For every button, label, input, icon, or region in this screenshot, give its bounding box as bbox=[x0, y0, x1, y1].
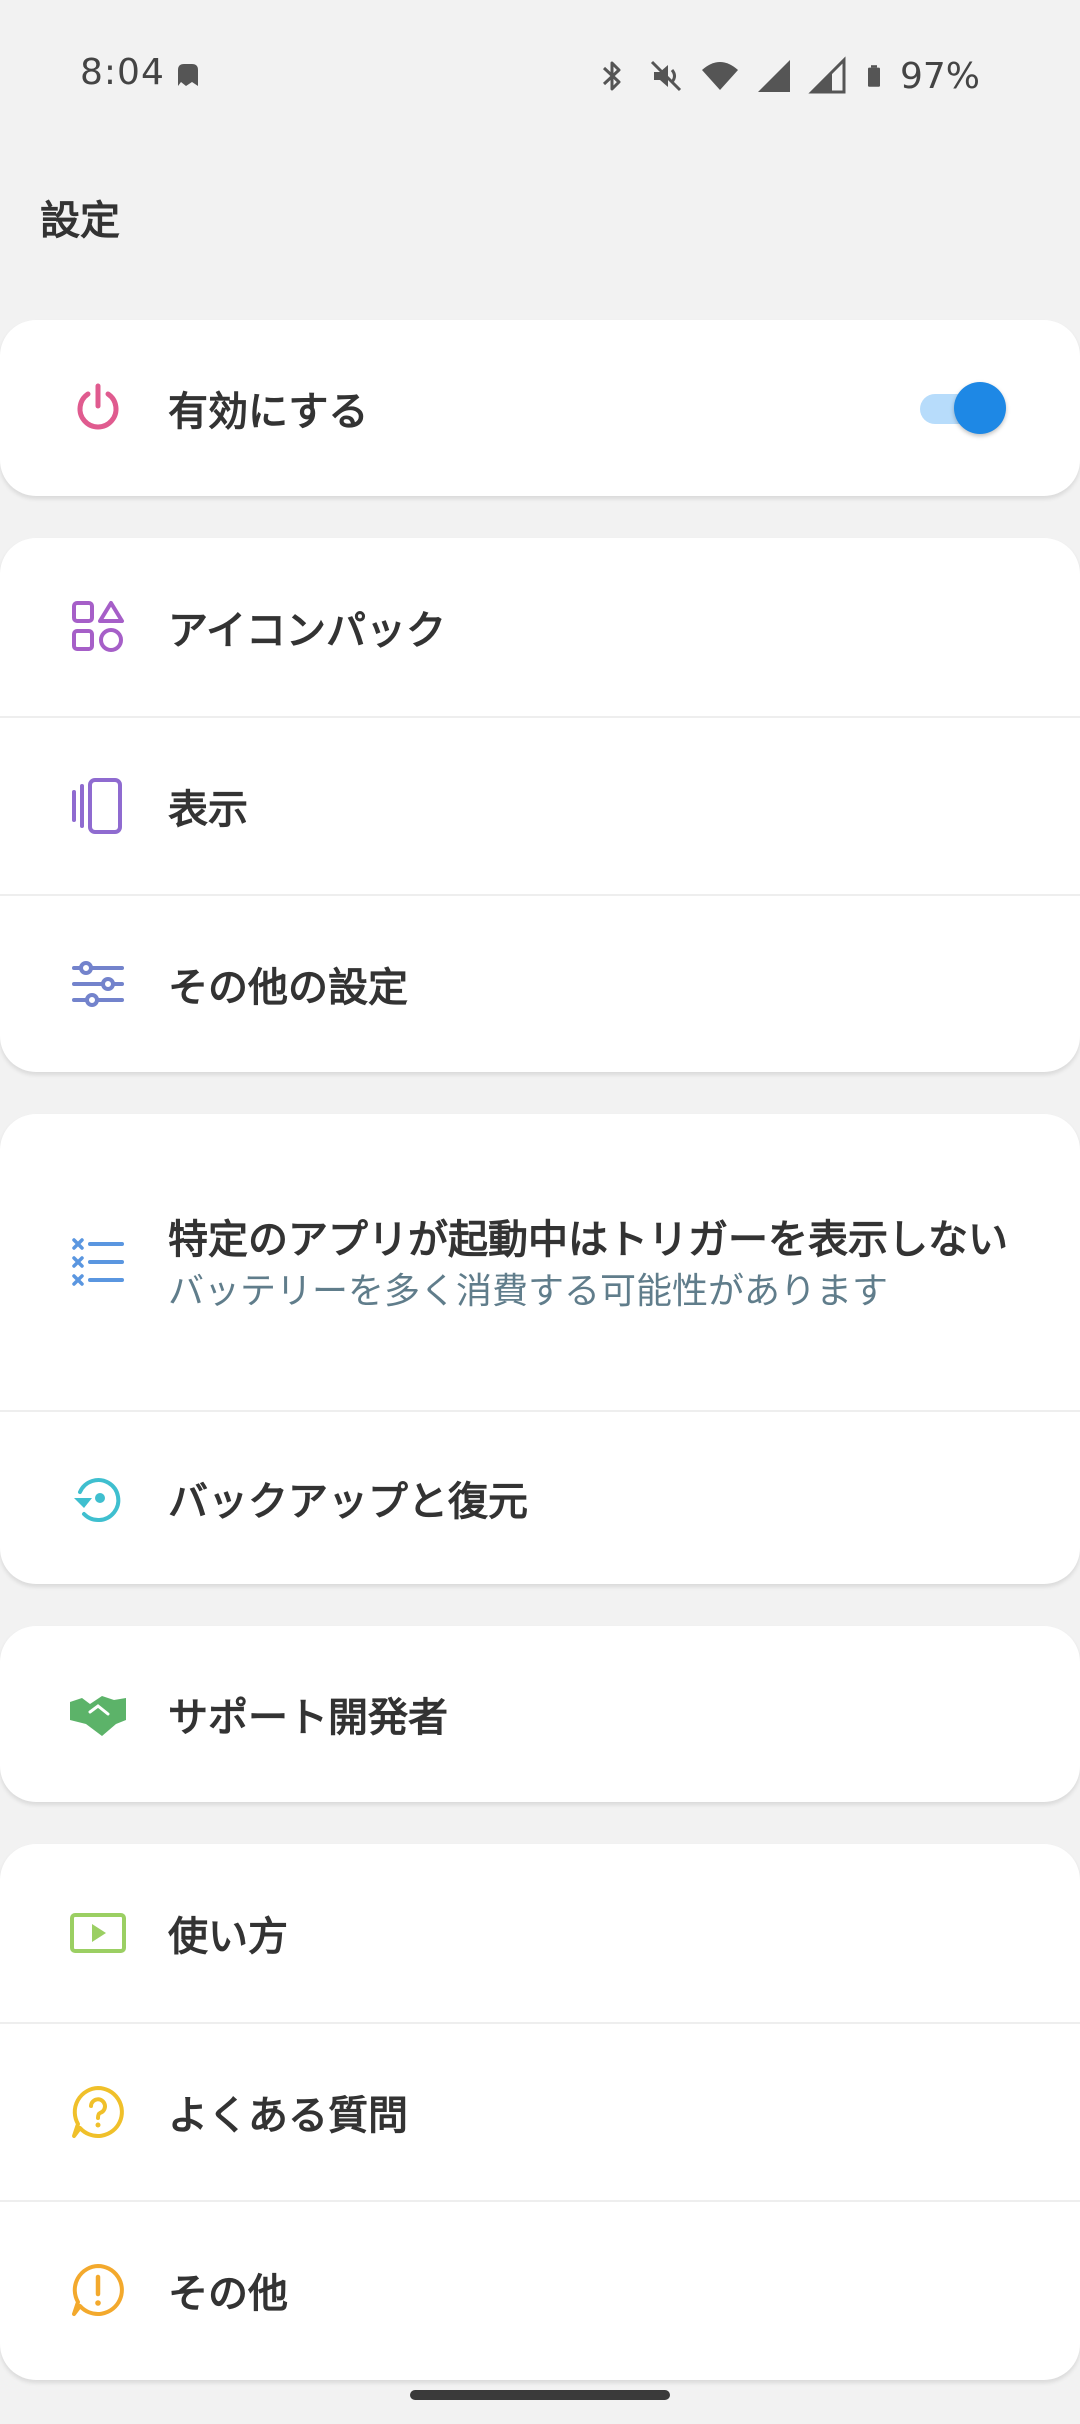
toggle-thumb bbox=[954, 382, 1006, 434]
row-backup-restore[interactable]: バックアップと復元 bbox=[0, 1410, 1080, 1584]
row-enable[interactable]: 有効にする bbox=[0, 320, 1080, 496]
alert-icon bbox=[68, 2260, 128, 2320]
page-title: 設定 bbox=[40, 198, 120, 244]
row-icon-pack[interactable]: アイコンパック bbox=[0, 538, 1080, 716]
row-label-hide-trigger: 特定のアプリが起動中はトリガーを表示しない バッテリーを多く消費する可能性があり… bbox=[168, 1210, 1020, 1314]
power-icon bbox=[68, 378, 128, 438]
status-icons: 97% bbox=[592, 52, 980, 100]
enable-toggle[interactable] bbox=[920, 380, 1006, 436]
bluetooth-icon bbox=[602, 61, 621, 91]
row-label-other-settings: その他の設定 bbox=[168, 965, 408, 1011]
battery-icon bbox=[867, 65, 880, 87]
row-hide-trigger[interactable]: 特定のアプリが起動中はトリガーを表示しない バッテリーを多く消費する可能性があり… bbox=[0, 1114, 1080, 1410]
status-bar: 8:04 97% bbox=[0, 0, 1080, 150]
battery-percentage: 97% bbox=[899, 55, 980, 97]
row-support-developer[interactable]: サポート開発者 bbox=[0, 1626, 1080, 1802]
backup-restore-icon bbox=[68, 1468, 128, 1528]
row-label-icon-pack: アイコンパック bbox=[168, 608, 446, 654]
row-how-to-use[interactable]: 使い方 bbox=[0, 1844, 1080, 2022]
hide-trigger-title: 特定のアプリが起動中はトリガーを表示しない bbox=[168, 1217, 1008, 1263]
status-time: 8:04 bbox=[80, 52, 165, 93]
signal-icon-2 bbox=[808, 56, 846, 94]
row-label-backup-restore: バックアップと復元 bbox=[168, 1479, 528, 1525]
row-label-support-developer: サポート開発者 bbox=[168, 1695, 448, 1741]
display-icon bbox=[68, 776, 128, 836]
play-video-icon bbox=[68, 1903, 128, 1963]
card-behavior: 特定のアプリが起動中はトリガーを表示しない バッテリーを多く消費する可能性があり… bbox=[0, 1114, 1080, 1584]
signal-icon-1 bbox=[757, 60, 790, 92]
row-label-display: 表示 bbox=[168, 787, 248, 833]
row-label-other: その他 bbox=[168, 2271, 288, 2317]
card-enable: 有効にする bbox=[0, 320, 1080, 496]
checklist-icon bbox=[68, 1232, 128, 1292]
row-label-enable: 有効にする bbox=[168, 389, 369, 435]
sliders-icon bbox=[68, 954, 128, 1014]
shapes-icon bbox=[68, 597, 128, 657]
notification-app-icon bbox=[178, 64, 198, 86]
wifi-icon bbox=[701, 62, 738, 90]
row-other[interactable]: その他 bbox=[0, 2200, 1080, 2378]
card-help: 使い方 よくある質問 その他 bbox=[0, 1844, 1080, 2380]
row-label-how-to-use: 使い方 bbox=[168, 1914, 288, 1960]
hide-trigger-subtitle: バッテリーを多く消費する可能性があります bbox=[168, 1271, 889, 1312]
card-appearance: アイコンパック 表示 その他の設定 bbox=[0, 538, 1080, 1072]
handshake-icon bbox=[68, 1684, 128, 1744]
mute-icon bbox=[650, 60, 682, 92]
row-display[interactable]: 表示 bbox=[0, 716, 1080, 894]
card-support: サポート開発者 bbox=[0, 1626, 1080, 1802]
row-other-settings[interactable]: その他の設定 bbox=[0, 894, 1080, 1072]
row-faq[interactable]: よくある質問 bbox=[0, 2022, 1080, 2200]
question-icon bbox=[68, 2082, 128, 2142]
row-label-faq: よくある質問 bbox=[168, 2093, 408, 2139]
gesture-nav-handle[interactable] bbox=[410, 2390, 670, 2400]
